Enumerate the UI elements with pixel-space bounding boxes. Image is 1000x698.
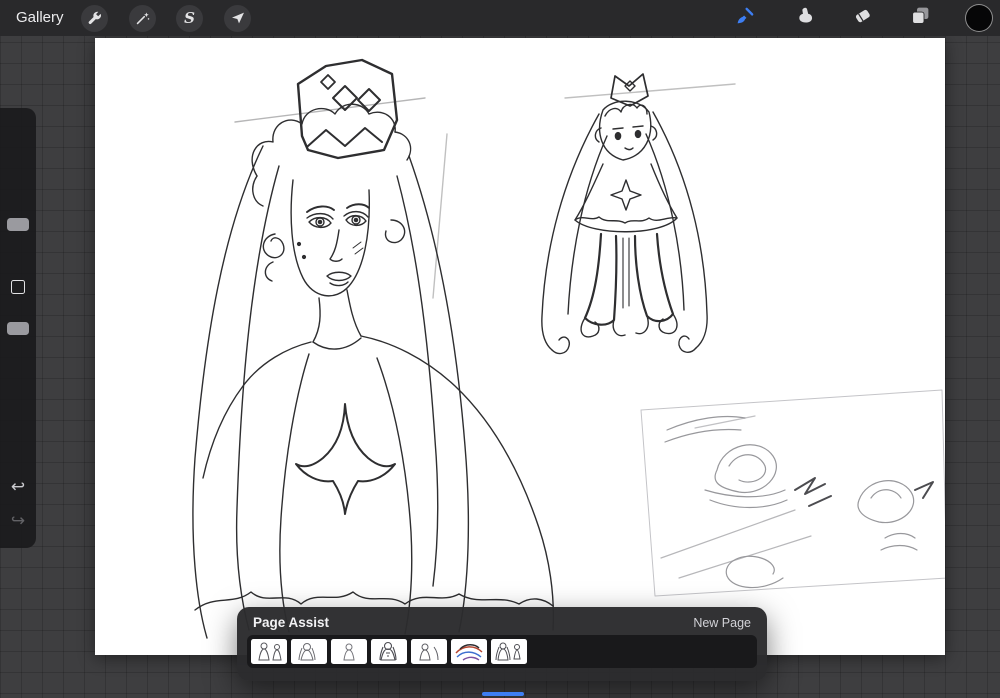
page-thumbnail-5[interactable] bbox=[411, 639, 447, 664]
page-thumbnail-strip bbox=[247, 635, 757, 668]
page-assist-panel: Page Assist New Page bbox=[237, 607, 767, 681]
opacity-slider[interactable] bbox=[7, 322, 29, 335]
sketch-portrait bbox=[192, 58, 555, 639]
page-thumbnail-7[interactable] bbox=[491, 639, 527, 664]
new-page-button[interactable]: New Page bbox=[693, 616, 751, 630]
brush-size-slider[interactable] bbox=[7, 218, 29, 231]
sketch-rough-scribbles bbox=[640, 389, 945, 597]
paint-brush-icon bbox=[734, 5, 756, 32]
undo-button[interactable]: ↩ bbox=[0, 474, 36, 500]
sidebar-controls: ↩ ↪ bbox=[0, 108, 36, 548]
page-thumbnail-6[interactable] bbox=[451, 639, 487, 664]
page-thumbnail-1[interactable] bbox=[251, 639, 287, 664]
eraser-icon bbox=[852, 5, 873, 31]
color-swatch-button[interactable] bbox=[965, 4, 993, 32]
drawing-canvas[interactable] bbox=[95, 38, 945, 655]
adjustments-button[interactable] bbox=[129, 4, 156, 32]
layers-button[interactable] bbox=[907, 5, 933, 31]
actions-button[interactable] bbox=[81, 4, 108, 32]
selection-s-icon: S bbox=[184, 8, 195, 27]
procreate-app: { "top_bar": { "gallery_label": "Gallery… bbox=[0, 0, 1000, 698]
page-thumbnail-4[interactable] bbox=[371, 639, 407, 664]
transform-button[interactable] bbox=[224, 4, 251, 32]
brush-tool-button[interactable] bbox=[732, 5, 758, 31]
magic-wand-icon bbox=[134, 10, 151, 27]
eraser-tool-button[interactable] bbox=[849, 5, 875, 31]
smudge-finger-icon bbox=[795, 5, 816, 31]
transform-arrow-icon bbox=[230, 10, 246, 26]
gallery-button[interactable]: Gallery bbox=[16, 0, 64, 36]
modify-button[interactable] bbox=[11, 280, 25, 294]
wrench-icon bbox=[86, 10, 103, 27]
page-assist-header: Page Assist New Page bbox=[237, 607, 767, 635]
canvas-artwork bbox=[192, 58, 945, 639]
page-thumbnail-2[interactable] bbox=[291, 639, 327, 664]
page-assist-title: Page Assist bbox=[253, 615, 330, 630]
selection-button[interactable]: S bbox=[176, 4, 203, 32]
redo-button[interactable]: ↪ bbox=[0, 508, 36, 534]
current-page-indicator bbox=[482, 692, 524, 696]
sketch-full-body-figure bbox=[541, 73, 736, 355]
layers-icon bbox=[910, 5, 931, 31]
smudge-tool-button[interactable] bbox=[792, 5, 818, 31]
top-toolbar: Gallery S bbox=[0, 0, 1000, 36]
page-thumbnail-3[interactable] bbox=[331, 639, 367, 664]
